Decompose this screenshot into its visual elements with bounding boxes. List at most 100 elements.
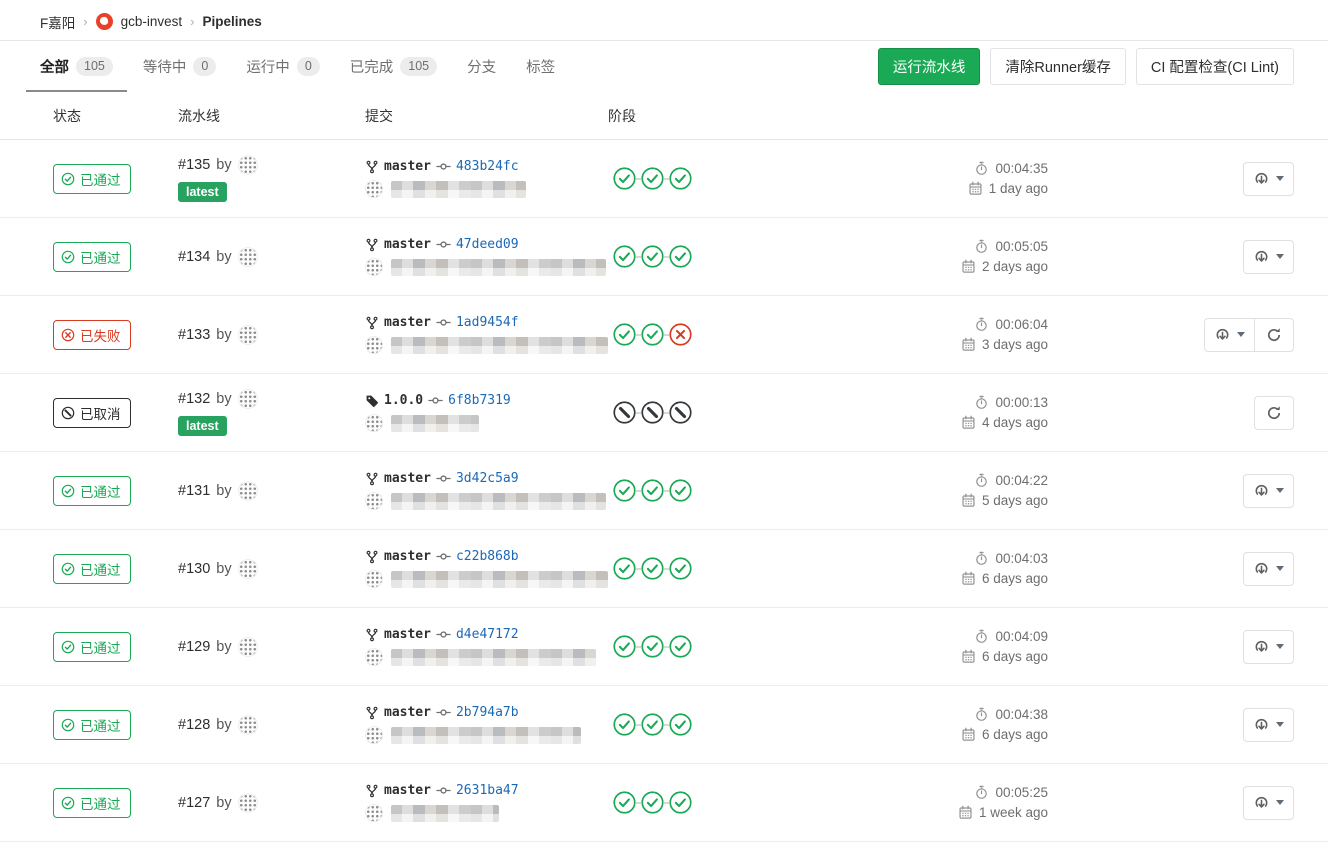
stage-passed-icon[interactable] — [641, 791, 664, 814]
commit-sha-link[interactable]: d4e47172 — [456, 627, 519, 642]
stage-passed-icon[interactable] — [669, 635, 692, 658]
commit-sha-link[interactable]: 3d42c5a9 — [456, 471, 519, 486]
stage-passed-icon[interactable] — [669, 791, 692, 814]
commit-author-avatar[interactable] — [365, 414, 383, 432]
ref-link[interactable]: master — [384, 237, 431, 252]
stage-passed-icon[interactable] — [669, 245, 692, 268]
tab-finished[interactable]: 已完成105 — [350, 41, 437, 92]
status-badge-passed[interactable]: 已通过 — [53, 242, 131, 272]
commit-author-avatar[interactable] — [365, 336, 383, 354]
status-badge-passed[interactable]: 已通过 — [53, 476, 131, 506]
pipeline-id-link[interactable]: #127 — [178, 795, 210, 811]
commit-sha-link[interactable]: 6f8b7319 — [448, 393, 511, 408]
status-badge-passed[interactable]: 已通过 — [53, 710, 131, 740]
stage-passed-icon[interactable] — [613, 635, 636, 658]
trigger-user-avatar[interactable] — [238, 481, 258, 501]
download-artifacts-button[interactable] — [1243, 552, 1294, 586]
tab-branches[interactable]: 分支 — [467, 41, 496, 92]
commit-sha-link[interactable]: 483b24fc — [456, 159, 519, 174]
ref-link[interactable]: master — [384, 549, 431, 564]
tab-pending[interactable]: 等待中0 — [143, 41, 216, 92]
commit-sha-link[interactable]: 2631ba47 — [456, 783, 519, 798]
trigger-user-avatar[interactable] — [238, 637, 258, 657]
stage-passed-icon[interactable] — [613, 713, 636, 736]
status-badge-canceled[interactable]: 已取消 — [53, 398, 131, 428]
download-artifacts-button[interactable] — [1243, 162, 1294, 196]
ref-link[interactable]: master — [384, 471, 431, 486]
ci-lint-button[interactable]: CI 配置检查(CI Lint) — [1136, 48, 1294, 85]
commit-author-avatar[interactable] — [365, 804, 383, 822]
trigger-user-avatar[interactable] — [238, 715, 258, 735]
pipeline-id-link[interactable]: #135 — [178, 157, 210, 173]
ref-link[interactable]: master — [384, 159, 431, 174]
retry-pipeline-button[interactable] — [1254, 396, 1294, 430]
trigger-user-avatar[interactable] — [238, 325, 258, 345]
trigger-user-avatar[interactable] — [238, 155, 258, 175]
tab-all[interactable]: 全部105 — [40, 41, 113, 92]
trigger-user-avatar[interactable] — [238, 389, 258, 409]
trigger-user-avatar[interactable] — [238, 559, 258, 579]
tab-tags[interactable]: 标签 — [526, 41, 555, 92]
status-badge-passed[interactable]: 已通过 — [53, 632, 131, 662]
pipeline-id-link[interactable]: #130 — [178, 561, 210, 577]
commit-author-avatar[interactable] — [365, 180, 383, 198]
ref-link[interactable]: master — [384, 783, 431, 798]
stage-passed-icon[interactable] — [641, 167, 664, 190]
download-artifacts-button[interactable] — [1243, 786, 1294, 820]
stage-canceled-icon[interactable] — [613, 401, 636, 424]
stage-passed-icon[interactable] — [613, 557, 636, 580]
stage-passed-icon[interactable] — [641, 245, 664, 268]
stage-passed-icon[interactable] — [669, 557, 692, 580]
commit-sha-link[interactable]: 1ad9454f — [456, 315, 519, 330]
stage-passed-icon[interactable] — [641, 713, 664, 736]
stage-passed-icon[interactable] — [613, 791, 636, 814]
commit-author-avatar[interactable] — [365, 258, 383, 276]
stage-failed-icon[interactable] — [669, 323, 692, 346]
stage-passed-icon[interactable] — [613, 245, 636, 268]
pipeline-id-link[interactable]: #128 — [178, 717, 210, 733]
pipeline-id-link[interactable]: #129 — [178, 639, 210, 655]
download-artifacts-button[interactable] — [1243, 708, 1294, 742]
trigger-user-avatar[interactable] — [238, 247, 258, 267]
ref-link[interactable]: master — [384, 627, 431, 642]
breadcrumb-group-link[interactable]: F嘉阳 — [40, 12, 75, 32]
trigger-user-avatar[interactable] — [238, 793, 258, 813]
stage-canceled-icon[interactable] — [669, 401, 692, 424]
download-artifacts-button[interactable] — [1243, 240, 1294, 274]
stage-passed-icon[interactable] — [641, 635, 664, 658]
stage-passed-icon[interactable] — [613, 479, 636, 502]
ref-link[interactable]: master — [384, 705, 431, 720]
status-badge-failed[interactable]: 已失败 — [53, 320, 131, 350]
pipeline-id-link[interactable]: #133 — [178, 327, 210, 343]
download-artifacts-button[interactable] — [1243, 474, 1294, 508]
breadcrumb-project-link[interactable]: gcb-invest — [121, 14, 183, 29]
ref-link[interactable]: master — [384, 315, 431, 330]
clear-runner-cache-button[interactable]: 清除Runner缓存 — [990, 48, 1126, 85]
commit-author-avatar[interactable] — [365, 492, 383, 510]
download-artifacts-button[interactable] — [1243, 630, 1294, 664]
commit-author-avatar[interactable] — [365, 726, 383, 744]
pipeline-id-link[interactable]: #134 — [178, 249, 210, 265]
download-artifacts-button[interactable] — [1204, 318, 1255, 352]
commit-sha-link[interactable]: 47deed09 — [456, 237, 519, 252]
commit-sha-link[interactable]: c22b868b — [456, 549, 519, 564]
commit-sha-link[interactable]: 2b794a7b — [456, 705, 519, 720]
pipeline-id-link[interactable]: #131 — [178, 483, 210, 499]
tab-running[interactable]: 运行中0 — [246, 41, 319, 92]
stage-passed-icon[interactable] — [669, 479, 692, 502]
status-badge-passed[interactable]: 已通过 — [53, 788, 131, 818]
status-badge-passed[interactable]: 已通过 — [53, 554, 131, 584]
stage-passed-icon[interactable] — [641, 323, 664, 346]
stage-passed-icon[interactable] — [669, 167, 692, 190]
stage-passed-icon[interactable] — [669, 713, 692, 736]
stage-passed-icon[interactable] — [613, 167, 636, 190]
stage-passed-icon[interactable] — [641, 557, 664, 580]
pipeline-id-link[interactable]: #132 — [178, 391, 210, 407]
status-badge-passed[interactable]: 已通过 — [53, 164, 131, 194]
retry-pipeline-button[interactable] — [1254, 318, 1294, 352]
run-pipeline-button[interactable]: 运行流水线 — [878, 48, 981, 85]
stage-canceled-icon[interactable] — [641, 401, 664, 424]
stage-passed-icon[interactable] — [613, 323, 636, 346]
ref-link[interactable]: 1.0.0 — [384, 393, 423, 408]
commit-author-avatar[interactable] — [365, 570, 383, 588]
